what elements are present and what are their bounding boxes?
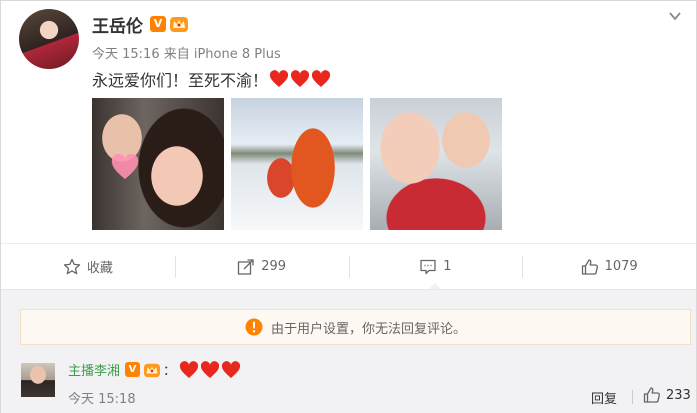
verified-icon: V [125,362,141,377]
heart-sticker-icon [111,153,139,179]
post-text: 永远爱你们！至死不渝！ [92,71,269,90]
heart-icon [269,70,289,87]
post-photo-2[interactable] [231,98,363,230]
comment-section: 由于用户设置，你无法回复评论。 主播李湘 V ： 今天 15:18 回复 233 [1,289,696,413]
divider [632,390,633,404]
favorite-label: 收藏 [86,261,113,276]
avatar[interactable] [19,9,79,69]
comment-count: 1 [443,259,452,274]
comment-content: 主播李湘 V ： [68,360,241,379]
post-text-row: 永远爱你们！至死不渝！ [92,67,331,91]
comment-colon: ： [163,364,177,379]
share-icon [238,258,254,275]
post-meta: 今天 15:16 来自 iPhone 8 Plus [92,47,281,62]
heart-icon [311,70,331,87]
post-username[interactable]: 王岳伦 [92,12,143,37]
crown-icon [170,17,188,32]
comment-time: 今天 15:18 [68,392,136,407]
like-button[interactable]: 1079 [522,244,696,289]
notice-text: 由于用户设置，你无法回复评论。 [270,321,466,337]
repost-button[interactable]: 299 [174,244,349,289]
chevron-down-icon[interactable] [668,9,682,23]
post-photo-1[interactable] [92,98,224,230]
warning-icon [245,318,263,336]
comment-username[interactable]: 主播李湘 [68,360,120,379]
thumbs-up-icon [581,258,598,275]
star-icon [63,258,81,274]
heart-icon [221,360,241,378]
verified-icon: V [150,16,166,32]
reply-restricted-notice: 由于用户设置，你无法回复评论。 [20,309,691,345]
heart-icon [179,360,199,378]
repost-count: 299 [261,259,287,274]
like-count: 1079 [604,259,638,274]
action-bar: 收藏 299 1 1079 [1,243,696,290]
heart-icon [290,70,310,87]
photo-grid [92,98,502,230]
comment-like-button[interactable]: 233 [643,386,691,404]
post-photo-3[interactable] [370,98,502,230]
comment-button[interactable]: 1 [348,244,523,290]
weibo-post-card: 王岳伦 V 今天 15:16 来自 iPhone 8 Plus 永远爱你们！至死… [0,0,697,413]
reply-button[interactable]: 回复 [591,388,617,407]
crown-icon [144,363,161,377]
thumbs-up-icon [643,387,661,403]
comment-like-count: 233 [666,387,691,403]
favorite-button[interactable]: 收藏 [1,244,175,289]
comment-icon [420,259,436,274]
comment-avatar[interactable] [21,363,55,397]
heart-icon [200,360,220,378]
post-header: 王岳伦 V [92,12,189,37]
